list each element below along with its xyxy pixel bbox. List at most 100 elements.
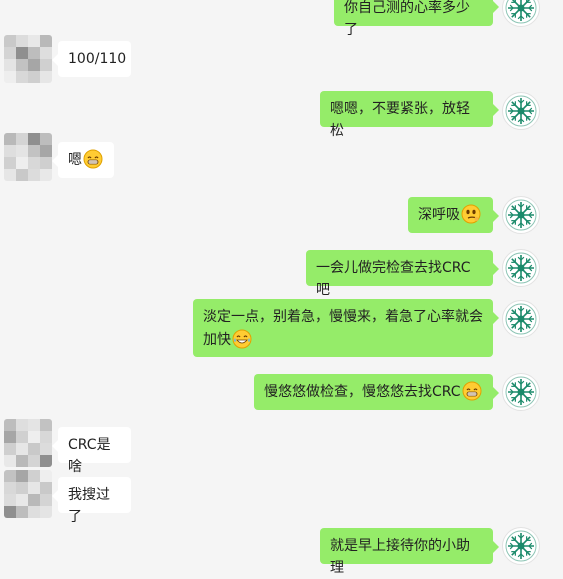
avatar-mosaic-tile xyxy=(40,470,52,482)
avatar-mosaic-tile xyxy=(4,431,16,443)
self-avatar[interactable] xyxy=(502,92,540,130)
avatar-mosaic-tile xyxy=(28,443,40,455)
avatar-mosaic-tile xyxy=(40,506,52,518)
avatar-mosaic-tile xyxy=(28,133,40,145)
message-text: 就是早上接待你的小助理 xyxy=(330,538,470,576)
self-avatar[interactable] xyxy=(502,196,540,234)
avatar-mosaic-tile xyxy=(16,506,28,518)
message-bubble-received[interactable]: 100/110 xyxy=(58,41,131,77)
message-text: 嗯 xyxy=(68,152,82,168)
avatar-mosaic-tile xyxy=(4,157,16,169)
avatar-mosaic-tile xyxy=(40,35,52,47)
avatar-mosaic-tile xyxy=(16,455,28,467)
message-bubble-received[interactable]: 我搜过了 xyxy=(58,477,131,513)
avatar-mosaic-tile xyxy=(4,169,16,181)
avatar-mosaic-tile xyxy=(16,157,28,169)
avatar-mosaic-tile xyxy=(4,482,16,494)
avatar-mosaic-tile xyxy=(4,47,16,59)
avatar-mosaic-tile xyxy=(4,133,16,145)
message-text: CRC是啥 xyxy=(68,437,111,475)
avatar-mosaic-tile xyxy=(40,455,52,467)
avatar-mosaic-tile xyxy=(28,506,40,518)
self-avatar[interactable] xyxy=(502,373,540,411)
message-text: 嗯嗯，不要紧张，放轻松 xyxy=(330,101,470,139)
smug-emoji xyxy=(461,204,481,224)
avatar-mosaic-tile xyxy=(4,71,16,83)
message-bubble-sent[interactable]: 深呼吸 xyxy=(408,197,493,233)
avatar-mosaic-tile xyxy=(4,443,16,455)
message-bubble-sent[interactable]: 嗯嗯，不要紧张，放轻松 xyxy=(320,91,493,127)
avatar-mosaic-tile xyxy=(40,47,52,59)
avatar-mosaic-tile xyxy=(28,47,40,59)
message-bubble-received[interactable]: 嗯 xyxy=(58,142,114,178)
message-bubble-sent[interactable]: 你自己测的心率多少了 xyxy=(334,0,493,26)
avatar-mosaic-tile xyxy=(40,443,52,455)
avatar-mosaic-tile xyxy=(28,419,40,431)
message-text: 100/110 xyxy=(68,51,126,67)
avatar-mosaic-tile xyxy=(16,133,28,145)
avatar-mosaic-tile xyxy=(4,35,16,47)
message-text: 我搜过了 xyxy=(68,487,110,525)
avatar-mosaic-tile xyxy=(16,59,28,71)
avatar-mosaic-tile xyxy=(40,133,52,145)
avatar-mosaic-tile xyxy=(4,59,16,71)
avatar-mosaic-tile xyxy=(16,71,28,83)
avatar-mosaic-tile xyxy=(28,59,40,71)
message-text: 深呼吸 xyxy=(418,207,460,223)
contact-avatar[interactable] xyxy=(4,419,52,467)
avatar-mosaic-tile xyxy=(40,494,52,506)
avatar-mosaic-tile xyxy=(40,482,52,494)
avatar-mosaic-tile xyxy=(4,506,16,518)
avatar-mosaic-tile xyxy=(28,35,40,47)
avatar-mosaic-tile xyxy=(16,47,28,59)
avatar-mosaic-tile xyxy=(28,494,40,506)
message-bubble-received[interactable]: CRC是啥 xyxy=(58,427,131,463)
avatar-mosaic-tile xyxy=(16,145,28,157)
avatar-mosaic-tile xyxy=(16,494,28,506)
grin-emoji xyxy=(462,381,482,401)
avatar-mosaic-tile xyxy=(16,169,28,181)
avatar-mosaic-tile xyxy=(4,419,16,431)
contact-avatar[interactable] xyxy=(4,470,52,518)
avatar-mosaic-tile xyxy=(28,455,40,467)
avatar-mosaic-tile xyxy=(16,443,28,455)
avatar-mosaic-tile xyxy=(40,71,52,83)
avatar-mosaic-tile xyxy=(28,157,40,169)
message-bubble-sent[interactable]: 慢悠悠做检查，慢悠悠去找CRC xyxy=(254,374,493,410)
message-text: 你自己测的心率多少了 xyxy=(344,0,470,38)
avatar-mosaic-tile xyxy=(40,145,52,157)
avatar-mosaic-tile xyxy=(16,470,28,482)
avatar-mosaic-tile xyxy=(4,470,16,482)
avatar-mosaic-tile xyxy=(4,494,16,506)
avatar-mosaic-tile xyxy=(28,71,40,83)
message-bubble-sent[interactable]: 淡定一点，别着急，慢慢来，着急了心率就会加快 xyxy=(193,299,493,357)
avatar-mosaic-tile xyxy=(16,431,28,443)
snowflake-icon xyxy=(503,301,539,337)
snowflake-icon xyxy=(503,374,539,410)
avatar-mosaic-tile xyxy=(40,419,52,431)
avatar-mosaic-tile xyxy=(16,419,28,431)
message-text: 慢悠悠做检查，慢悠悠去找CRC xyxy=(264,384,461,400)
avatar-mosaic-tile xyxy=(40,431,52,443)
self-avatar[interactable] xyxy=(502,300,540,338)
snowflake-icon xyxy=(503,93,539,129)
contact-avatar[interactable] xyxy=(4,133,52,181)
avatar-mosaic-tile xyxy=(40,157,52,169)
avatar-mosaic-tile xyxy=(16,482,28,494)
avatar-mosaic-tile xyxy=(28,431,40,443)
snowflake-icon xyxy=(503,250,539,286)
snowflake-icon xyxy=(503,0,539,26)
self-avatar[interactable] xyxy=(502,0,540,27)
avatar-mosaic-tile xyxy=(4,455,16,467)
avatar-mosaic-tile xyxy=(16,35,28,47)
grin-emoji xyxy=(83,149,103,169)
message-bubble-sent[interactable]: 一会儿做完检查去找CRC吧 xyxy=(306,250,493,286)
message-text: 一会儿做完检查去找CRC吧 xyxy=(316,260,471,298)
contact-avatar[interactable] xyxy=(4,35,52,83)
self-avatar[interactable] xyxy=(502,249,540,287)
avatar-mosaic-tile xyxy=(28,169,40,181)
avatar-mosaic-tile xyxy=(28,145,40,157)
self-avatar[interactable] xyxy=(502,527,540,565)
snowflake-icon xyxy=(503,197,539,233)
tears-of-joy-emoji xyxy=(232,329,252,349)
